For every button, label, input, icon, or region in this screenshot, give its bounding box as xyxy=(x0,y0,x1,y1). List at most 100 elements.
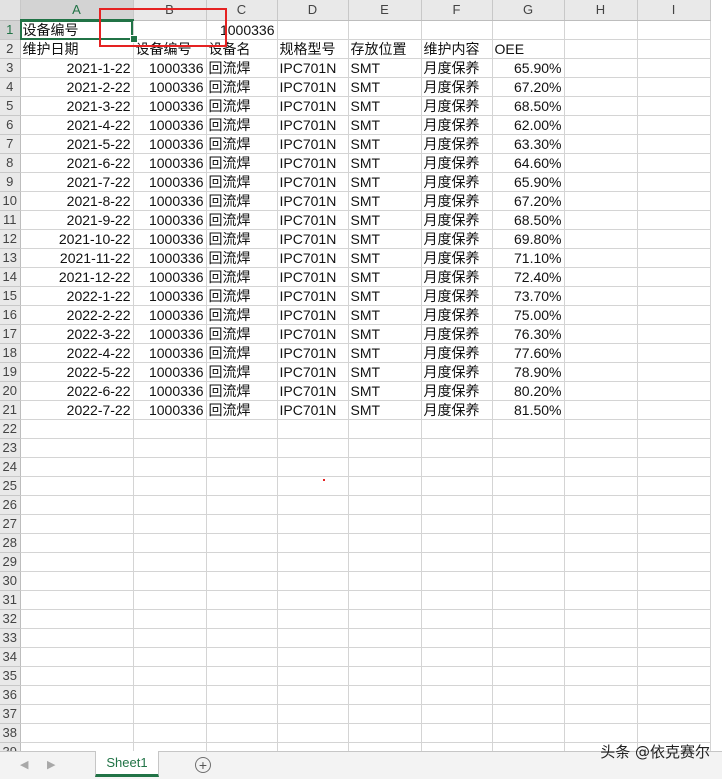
cell-h5[interactable] xyxy=(564,96,638,116)
row-header[interactable]: 24 xyxy=(0,457,21,477)
cell-g1[interactable] xyxy=(492,20,565,40)
row-header[interactable]: 22 xyxy=(0,419,21,439)
cell-d12[interactable]: IPC701N xyxy=(277,229,349,249)
cell-c28[interactable] xyxy=(206,533,278,553)
cell-d24[interactable] xyxy=(277,457,349,477)
cell-b34[interactable] xyxy=(133,647,207,667)
cell-e33[interactable] xyxy=(348,628,422,648)
cell-g25[interactable] xyxy=(492,476,565,496)
cell-i18[interactable] xyxy=(637,343,711,363)
cell-i16[interactable] xyxy=(637,305,711,325)
cell-b36[interactable] xyxy=(133,685,207,705)
cell-f29[interactable] xyxy=(421,552,493,572)
cell-c19[interactable]: 回流焊 xyxy=(206,362,278,382)
cell-b10[interactable]: 1000336 xyxy=(133,191,207,211)
cell-a12[interactable]: 2021-10-22 xyxy=(20,229,134,249)
cell-h25[interactable] xyxy=(564,476,638,496)
cell-i26[interactable] xyxy=(637,495,711,515)
cell-c3[interactable]: 回流焊 xyxy=(206,58,278,78)
cell-g21[interactable]: 81.50% xyxy=(492,400,565,420)
cell-a16[interactable]: 2022-2-22 xyxy=(20,305,134,325)
cell-g28[interactable] xyxy=(492,533,565,553)
column-header-h[interactable]: H xyxy=(564,0,638,21)
cell-i14[interactable] xyxy=(637,267,711,287)
cell-c32[interactable] xyxy=(206,609,278,629)
cell-b30[interactable] xyxy=(133,571,207,591)
cell-h17[interactable] xyxy=(564,324,638,344)
cell-c29[interactable] xyxy=(206,552,278,572)
cell-g36[interactable] xyxy=(492,685,565,705)
row-header[interactable]: 36 xyxy=(0,685,21,705)
cell-g14[interactable]: 72.40% xyxy=(492,267,565,287)
cell-d5[interactable]: IPC701N xyxy=(277,96,349,116)
cell-b7[interactable]: 1000336 xyxy=(133,134,207,154)
cell-i21[interactable] xyxy=(637,400,711,420)
cell-f17[interactable]: 月度保养 xyxy=(421,324,493,344)
cell-c36[interactable] xyxy=(206,685,278,705)
cell-h6[interactable] xyxy=(564,115,638,135)
cell-i20[interactable] xyxy=(637,381,711,401)
cell-h20[interactable] xyxy=(564,381,638,401)
cell-d39[interactable] xyxy=(277,742,349,751)
row-header[interactable]: 33 xyxy=(0,628,21,648)
cell-h33[interactable] xyxy=(564,628,638,648)
cell-b35[interactable] xyxy=(133,666,207,686)
cell-g17[interactable]: 76.30% xyxy=(492,324,565,344)
cell-i4[interactable] xyxy=(637,77,711,97)
row-header[interactable]: 6 xyxy=(0,115,21,135)
cell-h4[interactable] xyxy=(564,77,638,97)
cell-h29[interactable] xyxy=(564,552,638,572)
cell-e2[interactable]: 存放位置 xyxy=(348,39,422,59)
cell-g12[interactable]: 69.80% xyxy=(492,229,565,249)
cell-c5[interactable]: 回流焊 xyxy=(206,96,278,116)
cell-e8[interactable]: SMT xyxy=(348,153,422,173)
cell-i27[interactable] xyxy=(637,514,711,534)
cell-e19[interactable]: SMT xyxy=(348,362,422,382)
row-header[interactable]: 8 xyxy=(0,153,21,173)
cell-c22[interactable] xyxy=(206,419,278,439)
cell-f19[interactable]: 月度保养 xyxy=(421,362,493,382)
cell-e11[interactable]: SMT xyxy=(348,210,422,230)
cell-c33[interactable] xyxy=(206,628,278,648)
cell-f32[interactable] xyxy=(421,609,493,629)
cell-d3[interactable]: IPC701N xyxy=(277,58,349,78)
cell-a29[interactable] xyxy=(20,552,134,572)
cell-d29[interactable] xyxy=(277,552,349,572)
cell-i7[interactable] xyxy=(637,134,711,154)
cell-d10[interactable]: IPC701N xyxy=(277,191,349,211)
cell-e5[interactable]: SMT xyxy=(348,96,422,116)
cell-e13[interactable]: SMT xyxy=(348,248,422,268)
cell-b28[interactable] xyxy=(133,533,207,553)
cell-h28[interactable] xyxy=(564,533,638,553)
cell-h38[interactable] xyxy=(564,723,638,743)
cell-b17[interactable]: 1000336 xyxy=(133,324,207,344)
cell-a18[interactable]: 2022-4-22 xyxy=(20,343,134,363)
cell-h32[interactable] xyxy=(564,609,638,629)
row-header[interactable]: 17 xyxy=(0,324,21,344)
cell-a3[interactable]: 2021-1-22 xyxy=(20,58,134,78)
row-header[interactable]: 2 xyxy=(0,39,21,59)
cell-d2[interactable]: 规格型号 xyxy=(277,39,349,59)
cell-e28[interactable] xyxy=(348,533,422,553)
cell-h16[interactable] xyxy=(564,305,638,325)
cell-b37[interactable] xyxy=(133,704,207,724)
row-header[interactable]: 28 xyxy=(0,533,21,553)
cell-c37[interactable] xyxy=(206,704,278,724)
cell-f33[interactable] xyxy=(421,628,493,648)
cell-f3[interactable]: 月度保养 xyxy=(421,58,493,78)
cell-c13[interactable]: 回流焊 xyxy=(206,248,278,268)
cell-h1[interactable] xyxy=(564,20,638,40)
cell-e30[interactable] xyxy=(348,571,422,591)
cell-b39[interactable] xyxy=(133,742,207,751)
row-header[interactable]: 32 xyxy=(0,609,21,629)
cell-i22[interactable] xyxy=(637,419,711,439)
cell-i28[interactable] xyxy=(637,533,711,553)
cell-c12[interactable]: 回流焊 xyxy=(206,229,278,249)
cell-a21[interactable]: 2022-7-22 xyxy=(20,400,134,420)
cell-c34[interactable] xyxy=(206,647,278,667)
cell-e37[interactable] xyxy=(348,704,422,724)
cell-i13[interactable] xyxy=(637,248,711,268)
cell-h36[interactable] xyxy=(564,685,638,705)
cell-g22[interactable] xyxy=(492,419,565,439)
cell-b25[interactable] xyxy=(133,476,207,496)
